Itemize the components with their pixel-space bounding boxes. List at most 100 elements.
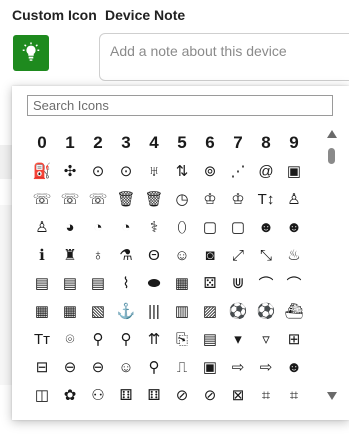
circle-chevron-icon[interactable]: ⊙: [84, 157, 112, 185]
pulse-icon[interactable]: ⌇: [112, 269, 140, 297]
magnet-icon[interactable]: ⋓: [224, 269, 252, 297]
mood-icon[interactable]: ☺: [112, 353, 140, 381]
campfire-icon[interactable]: ♨: [280, 241, 308, 269]
info-icon[interactable]: ℹ: [28, 241, 56, 269]
digit-5-icon[interactable]: 5: [168, 129, 196, 157]
digit-7-icon[interactable]: 7: [224, 129, 252, 157]
collapse-diagonal-icon[interactable]: ⤡: [252, 241, 280, 269]
grid-view-icon[interactable]: ▤: [196, 325, 224, 353]
door-icon[interactable]: ⎍: [168, 353, 196, 381]
kettlebell-icon[interactable]: ♁: [84, 241, 112, 269]
exit-icon[interactable]: ⇨: [224, 353, 252, 381]
sentiment-icon[interactable]: ☺: [168, 241, 196, 269]
text-fields-icon[interactable]: Tт: [28, 325, 56, 353]
vertical-align-top-icon[interactable]: ⇈: [140, 325, 168, 353]
document-alt-icon[interactable]: ▤: [56, 269, 84, 297]
teapot-icon[interactable]: ♅: [140, 157, 168, 185]
person-remove-outline-icon[interactable]: ♙: [28, 213, 56, 241]
chat-bubble-icon[interactable]: ▢: [196, 213, 224, 241]
document-icon[interactable]: ▤: [28, 269, 56, 297]
digit-6-icon[interactable]: 6: [196, 129, 224, 157]
trash-outline-icon[interactable]: 🗑: [140, 185, 168, 213]
text-height-icon[interactable]: T↕: [252, 185, 280, 213]
hash-grid-icon[interactable]: ⌗: [252, 381, 280, 409]
trash-icon[interactable]: 🗑: [112, 185, 140, 213]
mic-off-outline-icon[interactable]: ⊘: [196, 381, 224, 409]
device-note-input[interactable]: Add a note about this device: [99, 33, 349, 81]
gauge-icon[interactable]: ◕: [56, 213, 84, 241]
minus-circle-outline-icon[interactable]: ⊖: [84, 353, 112, 381]
wifi-low-icon[interactable]: ⌒: [252, 269, 280, 297]
pen-icon[interactable]: ⚲: [84, 325, 112, 353]
scrollbar-thumb[interactable]: [328, 148, 335, 164]
key-icon[interactable]: ⚲: [140, 353, 168, 381]
scroll-up-arrow[interactable]: [327, 130, 337, 138]
dashboard-icon[interactable]: ▣: [280, 157, 308, 185]
caret-down-outline-icon[interactable]: ▿: [252, 325, 280, 353]
hat-icon[interactable]: ⌾: [56, 325, 84, 353]
portrait-icon[interactable]: ◙: [196, 241, 224, 269]
digit-4-icon[interactable]: 4: [140, 129, 168, 157]
hash-grid-alt-icon[interactable]: ⌗: [280, 381, 308, 409]
apartment-icon[interactable]: ▨: [196, 297, 224, 325]
custom-icon-button[interactable]: [13, 35, 49, 71]
smile-icon[interactable]: ☻: [280, 353, 308, 381]
crosshair-alt-icon[interactable]: ⚅: [140, 381, 168, 409]
building-icon[interactable]: ▥: [168, 297, 196, 325]
image-off-icon[interactable]: ⊠: [224, 381, 252, 409]
sort-list-icon[interactable]: ⇅: [168, 157, 196, 185]
digit-8-icon[interactable]: 8: [252, 129, 280, 157]
wifi-low-alt-icon[interactable]: ⌒: [280, 269, 308, 297]
folder-add-icon[interactable]: ⊞: [280, 325, 308, 353]
compress-arrows-icon[interactable]: ✣: [56, 157, 84, 185]
scroll-down-arrow[interactable]: [327, 392, 337, 400]
digit-2-icon[interactable]: 2: [84, 129, 112, 157]
scrollbar[interactable]: [327, 130, 337, 400]
robot-icon[interactable]: ⚇: [84, 381, 112, 409]
link-circle-icon[interactable]: ⊚: [196, 157, 224, 185]
digit-0-icon[interactable]: 0: [28, 129, 56, 157]
crosshair-icon[interactable]: ⚅: [112, 381, 140, 409]
anchor-icon[interactable]: ⚓: [112, 297, 140, 325]
pill-icon[interactable]: ⬬: [140, 269, 168, 297]
digit-3-icon[interactable]: 3: [112, 129, 140, 157]
tablet-icon[interactable]: ▣: [196, 353, 224, 381]
helmet-outline-icon[interactable]: ♔: [224, 185, 252, 213]
caret-down-icon[interactable]: ▾: [224, 325, 252, 353]
calendar-alt-icon[interactable]: ▦: [56, 297, 84, 325]
mic-off-icon[interactable]: ⊘: [168, 381, 196, 409]
face-outline-icon[interactable]: ☻: [280, 213, 308, 241]
barcode-icon[interactable]: |||: [140, 297, 168, 325]
timelapse-icon[interactable]: ◔: [84, 213, 112, 241]
document-outline-icon[interactable]: ▤: [84, 269, 112, 297]
flower-icon[interactable]: ✿: [56, 381, 84, 409]
clock-icon[interactable]: ◷: [168, 185, 196, 213]
circle-chevron-alt-icon[interactable]: ⊙: [112, 157, 140, 185]
dots-curve-icon[interactable]: ⋰: [224, 157, 252, 185]
format-color-fill-icon[interactable]: ⛽: [28, 157, 56, 185]
helmet-icon[interactable]: ♔: [196, 185, 224, 213]
castle-icon[interactable]: ♜: [56, 241, 84, 269]
pen-outline-icon[interactable]: ⚲: [112, 325, 140, 353]
calculator-icon[interactable]: ▦: [168, 269, 196, 297]
dice-icon[interactable]: ⚄: [196, 269, 224, 297]
mortar-icon[interactable]: ⚗: [112, 241, 140, 269]
phone-callback-icon[interactable]: ☏: [28, 185, 56, 213]
phone-missed-icon[interactable]: ☏: [56, 185, 84, 213]
minus-circle-icon[interactable]: ⊖: [56, 353, 84, 381]
book-icon[interactable]: ▧: [84, 297, 112, 325]
theta-icon[interactable]: Θ: [140, 241, 168, 269]
note-add-icon[interactable]: ⎘: [168, 325, 196, 353]
exit-outline-icon[interactable]: ⇨: [252, 353, 280, 381]
ball-outline-icon[interactable]: ⚽: [252, 297, 280, 325]
calendar-icon[interactable]: ▦: [28, 297, 56, 325]
person-remove-icon[interactable]: ♙: [280, 185, 308, 213]
folder-remove-icon[interactable]: ⊟: [28, 353, 56, 381]
phone-forwarded-icon[interactable]: ☏: [84, 185, 112, 213]
digit-1-icon[interactable]: 1: [56, 129, 84, 157]
stethoscope-icon[interactable]: ⚕: [140, 213, 168, 241]
capsule-icon[interactable]: ⬯: [168, 213, 196, 241]
at-icon[interactable]: @: [252, 157, 280, 185]
storage-icon[interactable]: ◫: [28, 381, 56, 409]
ball-icon[interactable]: ⚽: [224, 297, 252, 325]
